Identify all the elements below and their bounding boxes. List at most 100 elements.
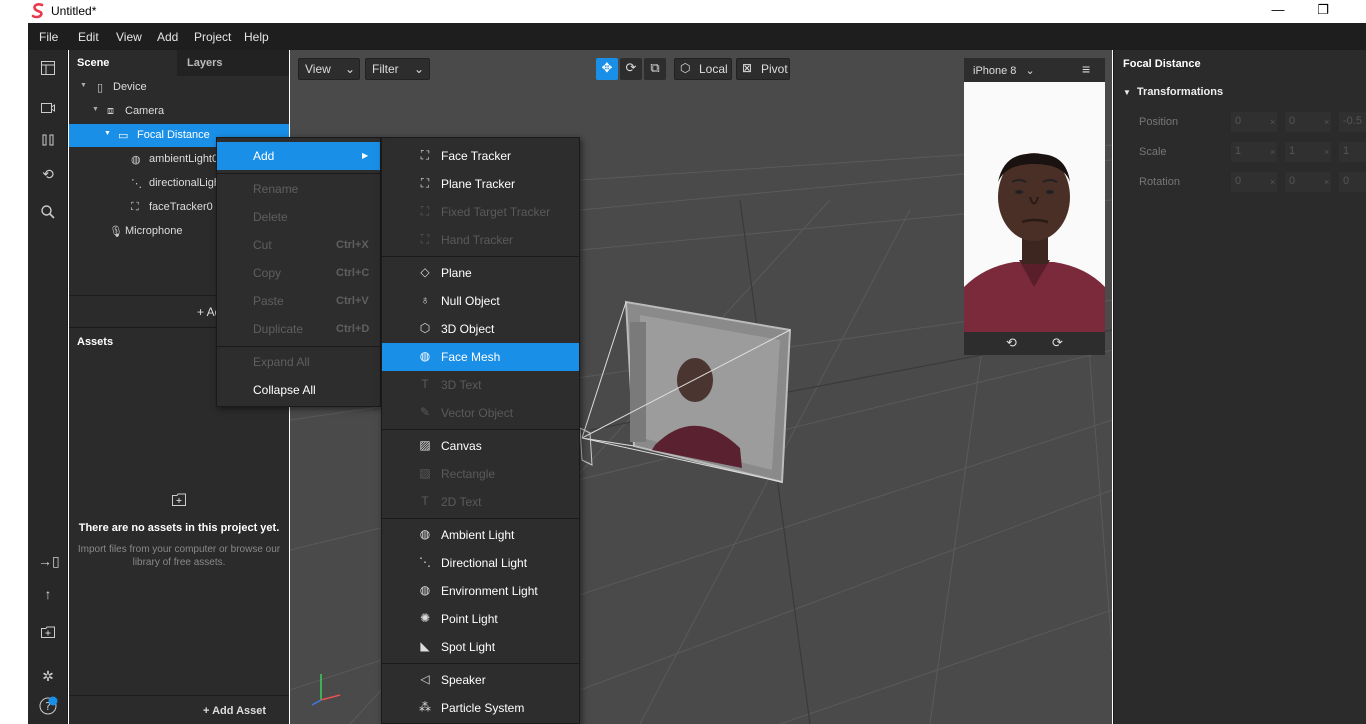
ctx-collapse-all[interactable]: Collapse All bbox=[217, 376, 380, 404]
caret-down-icon: ▼ bbox=[1123, 88, 1131, 97]
view-dropdown[interactable]: View ⌄ bbox=[298, 58, 360, 80]
restore-button[interactable]: ❐ bbox=[1313, 2, 1333, 18]
add-asset-button[interactable]: + Add Asset bbox=[203, 705, 266, 717]
position-label: Position bbox=[1139, 116, 1179, 128]
scale-z-field[interactable]: 1 bbox=[1339, 142, 1366, 162]
import-icon[interactable]: →▯ bbox=[38, 551, 60, 571]
add-speaker[interactable]: ◁ Speaker bbox=[382, 666, 579, 694]
rotate-device-icon[interactable]: ⟳ bbox=[1052, 335, 1063, 351]
directional-light-icon: ⋱ bbox=[419, 555, 431, 569]
simulator-screen bbox=[964, 82, 1105, 332]
menu-add[interactable]: Add bbox=[157, 30, 178, 44]
pause-icon[interactable] bbox=[38, 132, 58, 152]
target-tracker-icon: ⛶ bbox=[420, 204, 430, 218]
search-icon[interactable] bbox=[38, 204, 58, 224]
add-vector-object[interactable]: ✎ Vector Object bbox=[382, 399, 579, 427]
globe-icon: ◍ bbox=[419, 583, 431, 597]
add-directional-light[interactable]: ⋱ Directional Light bbox=[382, 549, 579, 577]
tree-item-device[interactable]: ▼ ▯ Device bbox=[69, 76, 289, 99]
text-icon: T bbox=[421, 377, 429, 391]
rotation-z-field[interactable]: 0 bbox=[1339, 172, 1366, 192]
transformations-section[interactable]: ▼ Transformations bbox=[1123, 86, 1223, 98]
add-null-object[interactable]: ♁ Null Object bbox=[382, 287, 579, 315]
add-plane-tracker[interactable]: ⛶ Plane Tracker bbox=[382, 170, 579, 198]
pivot-label: Pivot bbox=[761, 62, 788, 76]
menu-view[interactable]: View bbox=[116, 30, 142, 44]
simulator-footer: ⟲ ⟳ bbox=[964, 332, 1105, 355]
view-dropdown-label: View bbox=[305, 62, 331, 76]
add-canvas[interactable]: ▨ Canvas bbox=[382, 432, 579, 460]
add-spot-light[interactable]: ◣ Spot Light bbox=[382, 633, 579, 661]
tree-item-camera[interactable]: ▼ ⧈ Camera bbox=[69, 100, 289, 123]
ctx-duplicate[interactable]: Duplicate Ctrl+D bbox=[217, 315, 380, 343]
ctx-cut[interactable]: Cut Ctrl+X bbox=[217, 231, 380, 259]
minimize-button[interactable]: — bbox=[1268, 2, 1288, 17]
add-face-mesh[interactable]: ◍ Face Mesh bbox=[382, 343, 579, 371]
position-z-field[interactable]: -0.5 bbox=[1339, 112, 1366, 132]
null-object-icon: ♁ bbox=[420, 293, 430, 307]
video-icon[interactable] bbox=[38, 100, 58, 120]
ctx-delete[interactable]: Delete bbox=[217, 203, 380, 231]
bug-icon[interactable]: ✲ bbox=[38, 666, 58, 686]
add-environment-light[interactable]: ◍ Environment Light bbox=[382, 577, 579, 605]
assets-empty-title: There are no assets in this project yet. bbox=[78, 522, 280, 534]
menu-edit[interactable]: Edit bbox=[78, 30, 99, 44]
ctx-paste[interactable]: Paste Ctrl+V bbox=[217, 287, 380, 315]
rectangle-icon: ▨ bbox=[419, 466, 431, 480]
filter-dropdown[interactable]: Filter ⌄ bbox=[365, 58, 430, 80]
title-bar: Untitled* — ❐ bbox=[0, 0, 1366, 23]
menu-file[interactable]: File bbox=[39, 30, 58, 44]
device-dropdown[interactable]: iPhone 8 ⌄ bbox=[973, 64, 1035, 77]
assets-footer: + Add Asset bbox=[69, 695, 289, 724]
tab-scene[interactable]: Scene bbox=[69, 50, 177, 76]
rotate-tool-icon[interactable]: ⟳ bbox=[620, 58, 642, 80]
layout-icon[interactable] bbox=[38, 60, 58, 80]
ctx-expand-all[interactable]: Expand All bbox=[217, 348, 380, 376]
particle-icon: ⁂ bbox=[419, 700, 431, 714]
focal-distance-icon: ▭ bbox=[118, 130, 129, 142]
upload-icon[interactable]: ↑ bbox=[38, 584, 58, 604]
folder-add-icon[interactable] bbox=[38, 624, 58, 644]
text-icon: T bbox=[421, 494, 429, 508]
tab-layers[interactable]: Layers bbox=[178, 50, 289, 76]
add-point-light[interactable]: ✺ Point Light bbox=[382, 605, 579, 633]
help-icon[interactable]: ? bbox=[38, 696, 58, 716]
vector-icon: ✎ bbox=[419, 405, 431, 419]
add-3d-object[interactable]: ⬡ 3D Object bbox=[382, 315, 579, 343]
directional-light-icon: ⋱ bbox=[131, 178, 142, 190]
canvas-icon: ▨ bbox=[419, 438, 431, 452]
add-particle-system[interactable]: ⁂ Particle System bbox=[382, 694, 579, 722]
menu-help[interactable]: Help bbox=[244, 30, 269, 44]
add-plane[interactable]: ◇ Plane bbox=[382, 259, 579, 287]
add-rectangle[interactable]: ▨ Rectangle bbox=[382, 460, 579, 488]
add-ambient-light[interactable]: ◍ Ambient Light bbox=[382, 521, 579, 549]
scale-tool-icon[interactable]: ⧉ bbox=[644, 58, 666, 80]
refresh-icon[interactable]: ⟲ bbox=[38, 164, 58, 184]
scene-panel-tabs: Scene Layers bbox=[69, 50, 289, 76]
add-fixed-target-tracker[interactable]: ⛶ Fixed Target Tracker bbox=[382, 198, 579, 226]
add-face-tracker[interactable]: ⛶ Face Tracker bbox=[382, 142, 579, 170]
ctx-copy[interactable]: Copy Ctrl+C bbox=[217, 259, 380, 287]
cube-icon: ⬡ bbox=[680, 61, 691, 75]
context-menu: Add ▶ Rename Delete Cut Ctrl+X Copy Ctrl… bbox=[216, 137, 381, 407]
local-toggle[interactable]: ⬡ Local bbox=[674, 58, 732, 80]
hamburger-menu-icon[interactable]: ≡ bbox=[1082, 61, 1090, 77]
add-2d-text[interactable]: T 2D Text bbox=[382, 488, 579, 516]
menu-project[interactable]: Project bbox=[194, 30, 231, 44]
tool-sidebar: ⟲ →▯ ↑ ✲ ? bbox=[28, 50, 68, 724]
reset-icon[interactable]: ⟲ bbox=[1006, 335, 1017, 351]
simulator-header: iPhone 8 ⌄ ≡ bbox=[964, 58, 1105, 82]
add-submenu: ⛶ Face Tracker ⛶ Plane Tracker ⛶ Fixed Targ… bbox=[381, 137, 580, 724]
ctx-rename[interactable]: Rename bbox=[217, 175, 380, 203]
chevron-down-icon: ⌄ bbox=[414, 62, 425, 76]
add-hand-tracker[interactable]: ⛶ Hand Tracker bbox=[382, 226, 579, 254]
pivot-icon: ⊠ bbox=[742, 61, 753, 75]
add-3d-text[interactable]: T 3D Text bbox=[382, 371, 579, 399]
chevron-down-icon: ⌄ bbox=[345, 62, 356, 76]
assets-title: Assets bbox=[77, 336, 114, 348]
speaker-icon: ◁ bbox=[420, 672, 430, 686]
move-tool-icon[interactable]: ✥ bbox=[596, 58, 618, 80]
cube-icon: ⬡ bbox=[419, 321, 431, 335]
pivot-toggle[interactable]: ⊠ Pivot bbox=[736, 58, 790, 80]
ctx-add[interactable]: Add ▶ bbox=[217, 142, 380, 170]
